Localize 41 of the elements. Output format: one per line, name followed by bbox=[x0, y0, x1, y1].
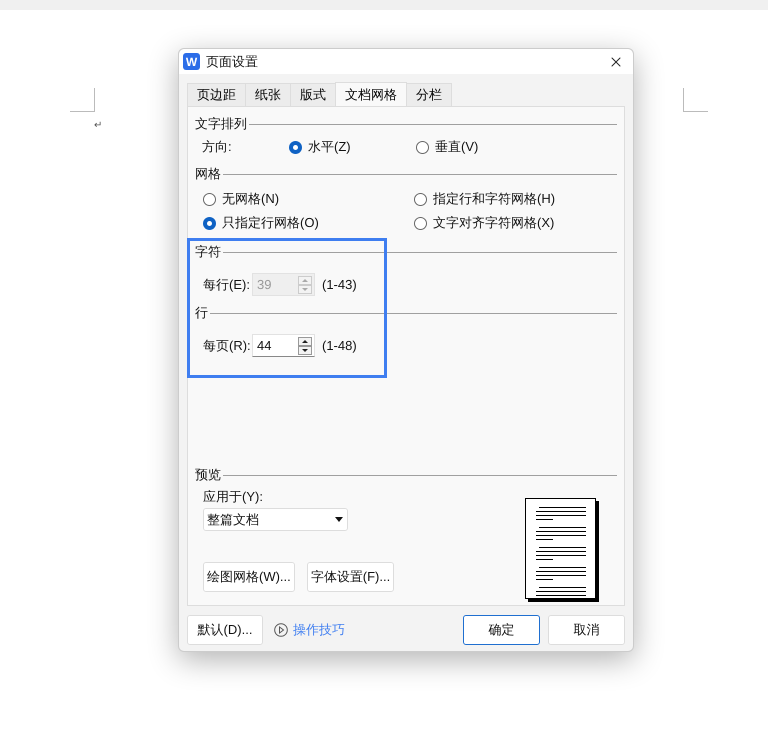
radio-label: 只指定行网格(O) bbox=[222, 215, 319, 231]
radio-label: 垂直(V) bbox=[435, 139, 478, 155]
apply-to-dropdown[interactable]: 整篇文档 bbox=[203, 508, 348, 531]
spin-field[interactable]: 44 bbox=[252, 334, 315, 357]
section-heading: 预览 bbox=[195, 467, 222, 483]
tab[interactable]: 页边距 bbox=[187, 83, 246, 106]
radio-button[interactable] bbox=[414, 216, 427, 230]
tab[interactable]: 分栏 bbox=[406, 83, 452, 106]
window-title: 页面设置 bbox=[206, 54, 258, 70]
play-circle-icon bbox=[274, 623, 288, 637]
tab[interactable]: 文档网格 bbox=[335, 82, 407, 106]
field-label: 每行(E): bbox=[203, 276, 251, 292]
tab[interactable]: 版式 bbox=[290, 83, 336, 106]
radio-button[interactable] bbox=[203, 216, 216, 230]
field-label: 每页(R): bbox=[203, 338, 252, 354]
radio-button[interactable] bbox=[289, 140, 302, 154]
default-button[interactable]: 默认(D)... bbox=[187, 615, 263, 645]
section-heading: 文字排列 bbox=[195, 116, 248, 132]
tab[interactable]: 纸张 bbox=[245, 83, 291, 106]
field-label: 应用于(Y): bbox=[203, 489, 264, 505]
radio-button[interactable] bbox=[203, 192, 216, 206]
ok-button[interactable]: 确定 bbox=[463, 615, 540, 645]
field-label: 方向: bbox=[202, 139, 233, 155]
radio-label: 水平(Z) bbox=[308, 139, 351, 155]
action-button[interactable]: 绘图网格(W)... bbox=[203, 562, 295, 592]
radio-button[interactable] bbox=[416, 140, 429, 154]
radio-button[interactable] bbox=[414, 192, 427, 206]
section-heading: 行 bbox=[195, 305, 209, 321]
cancel-button[interactable]: 取消 bbox=[548, 615, 625, 645]
paragraph-mark: ↵ bbox=[94, 119, 102, 133]
range-text: (1-48) bbox=[322, 338, 357, 354]
section-heading: 字符 bbox=[195, 244, 222, 260]
radio-label: 无网格(N) bbox=[222, 191, 280, 207]
range-text: (1-43) bbox=[322, 276, 357, 292]
spin-arrows-icon[interactable] bbox=[298, 336, 312, 354]
app-logo-icon: W bbox=[183, 53, 200, 70]
section-heading: 网格 bbox=[195, 166, 222, 182]
radio-label: 文字对齐字符网格(X) bbox=[433, 215, 554, 231]
action-button[interactable]: 字体设置(F)... bbox=[306, 562, 394, 592]
radio-label: 指定行和字符网格(H) bbox=[433, 191, 556, 207]
dropdown-arrow-icon bbox=[335, 517, 343, 522]
